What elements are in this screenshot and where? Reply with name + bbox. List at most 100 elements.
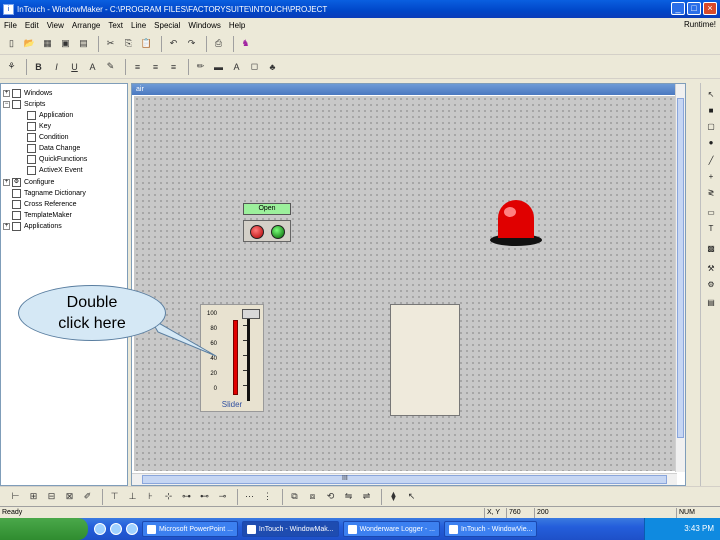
collapse-icon[interactable]: − [3, 101, 10, 108]
redo-icon[interactable]: ↷ [184, 36, 199, 51]
print-icon[interactable]: ⎙ [211, 36, 226, 51]
ungroup-icon[interactable]: ⊟ [44, 489, 59, 504]
menu-help[interactable]: Help [229, 21, 245, 30]
menu-file[interactable]: File [4, 21, 17, 30]
open-icon[interactable]: 📂 [22, 36, 37, 51]
rotate-icon[interactable]: ⟲ [323, 489, 338, 504]
taskbar-item-windowmaker[interactable]: InTouch - WindowMak... [241, 521, 339, 537]
font-icon[interactable]: ✎ [103, 59, 118, 74]
drawing-canvas[interactable]: Open 100 80 60 40 20 0 Slider [134, 96, 675, 471]
hv-line-icon[interactable]: + [705, 171, 717, 183]
minimize-button[interactable]: _ [671, 2, 685, 15]
snap-icon[interactable]: ⋮ [260, 489, 275, 504]
paste-icon[interactable]: 📋 [139, 36, 154, 51]
scroll-thumb[interactable] [142, 475, 667, 484]
align-bottom-icon[interactable]: ⊦ [143, 489, 158, 504]
tree-icon[interactable]: ⚘ [4, 59, 19, 74]
space-horizontal-icon[interactable]: ⊷ [197, 489, 212, 504]
quick-launch-icon[interactable] [94, 523, 106, 535]
cut-icon[interactable]: ✂ [103, 36, 118, 51]
symbol-icon[interactable]: ⚙ [705, 279, 717, 291]
horizontal-scrollbar[interactable]: III [132, 473, 677, 485]
tree-item-templatemaker[interactable]: TemplateMaker [12, 210, 72, 221]
select-arrow-icon[interactable]: ↖ [705, 89, 717, 101]
menu-edit[interactable]: Edit [25, 21, 39, 30]
window-color-icon[interactable]: ◻ [247, 59, 262, 74]
tree-item-configure[interactable]: + ⚙ Configure [3, 177, 54, 188]
runtime-button[interactable]: Runtime! [684, 20, 716, 29]
bitmap-icon[interactable]: ▩ [705, 243, 717, 255]
bring-front-icon[interactable]: ⧉ [287, 489, 302, 504]
intouch-app-icon[interactable]: i [3, 3, 14, 15]
alarm-light-icon[interactable] [488, 196, 544, 248]
tree-item-key[interactable]: Key [27, 121, 51, 132]
flip-icon[interactable]: ⇋ [341, 489, 356, 504]
undo-icon[interactable]: ↶ [166, 36, 181, 51]
expand-icon[interactable]: + [3, 90, 10, 97]
fill-color-icon[interactable]: ▬ [211, 59, 226, 74]
vertical-scrollbar[interactable] [675, 84, 685, 472]
cells-icon[interactable]: ⊠ [62, 489, 77, 504]
close-icon[interactable]: ▦ [40, 36, 55, 51]
wizard-icon[interactable]: ♞ [238, 36, 253, 51]
pushbutton-group[interactable] [243, 220, 291, 242]
expand-icon[interactable]: + [3, 223, 10, 230]
text-tool-icon[interactable]: T [705, 223, 717, 235]
mirror-icon[interactable]: ⇌ [359, 489, 374, 504]
align-centers-icon[interactable]: ⊹ [161, 489, 176, 504]
align-middle-icon[interactable]: ⊥ [125, 489, 140, 504]
italic-button[interactable]: I [49, 59, 64, 74]
taskbar-item-windowviewer[interactable]: InTouch - WindowVie... [443, 521, 538, 537]
wizard-tool-icon[interactable]: ⚒ [705, 263, 717, 275]
tree-item-tagname-dictionary[interactable]: Tagname Dictionary [12, 188, 86, 199]
distribute-icon[interactable]: ⊶ [179, 489, 194, 504]
slider-handle[interactable] [242, 309, 260, 319]
copy-icon[interactable]: ⎘ [121, 36, 136, 51]
text-color-icon[interactable]: A [229, 59, 244, 74]
grid-icon[interactable]: ⋯ [242, 489, 257, 504]
tree-item-applications[interactable]: + Applications [3, 221, 62, 232]
menu-line[interactable]: Line [131, 21, 146, 30]
start-pushbutton[interactable] [271, 225, 285, 239]
tree-item-scripts[interactable]: − Scripts [3, 99, 45, 110]
stop-pushbutton[interactable] [250, 225, 264, 239]
blank-panel-rectangle[interactable] [390, 304, 460, 416]
polyline-icon[interactable]: ≷ [705, 187, 717, 199]
save-all-icon[interactable]: ▤ [76, 36, 91, 51]
line-icon[interactable]: ╱ [705, 155, 717, 167]
taskbar-item-logger[interactable]: Wonderware Logger - ... [342, 521, 440, 537]
taskbar-item-powerpoint[interactable]: Microsoft PowerPoint ... [142, 521, 238, 537]
align-top-icon[interactable]: ⊤ [107, 489, 122, 504]
font-size-button[interactable]: A [85, 59, 100, 74]
menu-arrange[interactable]: Arrange [72, 21, 100, 30]
menu-text[interactable]: Text [108, 21, 123, 30]
align-left-icon[interactable]: ≡ [130, 59, 145, 74]
bold-button[interactable]: B [31, 59, 46, 74]
tree-item-quickfunctions[interactable]: QuickFunctions [27, 154, 87, 165]
space-vertical-icon[interactable]: ⊸ [215, 489, 230, 504]
ellipse-icon[interactable]: ● [705, 137, 717, 149]
maximize-button[interactable]: □ [687, 2, 701, 15]
duplicate-icon[interactable]: ⧫ [386, 489, 401, 504]
pointer-icon[interactable]: ↖ [404, 489, 419, 504]
line-color-icon[interactable]: ✏ [193, 59, 208, 74]
tray-clock[interactable]: 3:43 PM [684, 524, 714, 533]
underline-button[interactable]: U [67, 59, 82, 74]
send-back-icon[interactable]: ⧈ [305, 489, 320, 504]
menu-special[interactable]: Special [154, 21, 180, 30]
tree-item-activex-event[interactable]: ActiveX Event [27, 165, 83, 176]
close-button[interactable]: × [703, 2, 717, 15]
new-icon[interactable]: ▯ [4, 36, 19, 51]
align-center-icon[interactable]: ≡ [148, 59, 163, 74]
expand-icon[interactable]: + [3, 179, 10, 186]
reshape-icon[interactable]: ✐ [80, 489, 95, 504]
menu-windows[interactable]: Windows [188, 21, 220, 30]
tree-item-data-change[interactable]: Data Change [27, 143, 80, 154]
quick-launch-icon[interactable] [126, 523, 138, 535]
tree-item-application[interactable]: Application [27, 110, 73, 121]
align-right-icon[interactable]: ≡ [166, 59, 181, 74]
quick-launch-icon[interactable] [110, 523, 122, 535]
tree-item-condition[interactable]: Condition [27, 132, 69, 143]
save-icon[interactable]: ▣ [58, 36, 73, 51]
tree-item-cross-reference[interactable]: Cross Reference [12, 199, 77, 210]
